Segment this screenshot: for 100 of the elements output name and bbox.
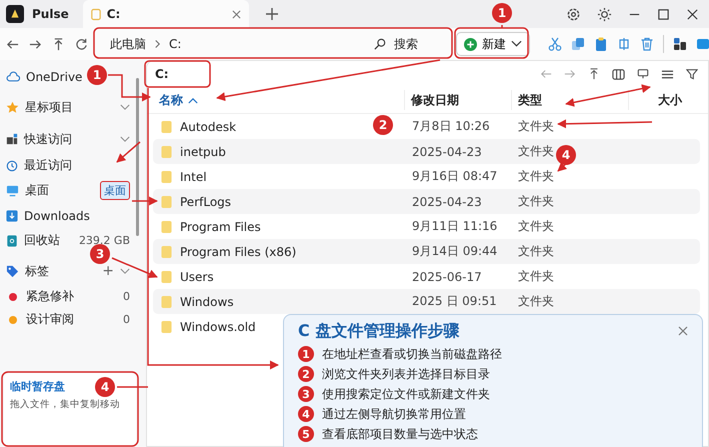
step-number: 3 [298,386,314,402]
modified-date: 2025-06-17 [412,270,482,284]
folder-icon [161,320,172,334]
file-type: 文件夹 [518,244,554,258]
tray-title: 临时暂存盘 [10,379,65,394]
file-name: Users [180,270,214,284]
sidebar-item[interactable]: Downloads [24,208,90,222]
filter-icon[interactable] [686,68,698,80]
breadcrumb-item[interactable]: C: [169,37,182,51]
modified-date: 9月16日 08:47 [412,169,498,183]
file-name: Autodesk [180,120,236,134]
columns-icon[interactable] [612,68,625,80]
step-text: 浏览文件夹列表并选择目标目录 [322,366,490,382]
breadcrumb-item[interactable]: 此电脑 [110,36,146,52]
app-name: Pulse [32,7,69,21]
sun-icon[interactable] [597,6,612,22]
chevron-icon[interactable] [120,268,130,274]
step-number: 4 [298,406,314,422]
refresh-icon[interactable] [75,38,88,50]
cut-icon[interactable] [548,37,562,51]
sidebar-item[interactable]: 星标项目 [25,98,73,116]
tag-count: 0 [123,313,130,326]
callout-badge: 3 [90,244,110,264]
file-name: Windows.old [180,320,256,334]
file-name: inetpub [180,144,226,158]
add-tag-button[interactable]: + [102,263,114,279]
add-tab-icon[interactable] [264,7,279,21]
chevron-icon[interactable] [120,136,130,142]
step-number: 2 [298,366,314,382]
plus-icon [464,38,477,50]
sort-chevron-icon [188,96,198,104]
column-header[interactable]: 名称 [147,90,404,110]
sidebar-item[interactable]: 最近访问 [24,157,72,174]
file-name: Intel [180,170,207,184]
delete-icon[interactable] [640,37,654,51]
preview-icon[interactable] [637,68,649,80]
sidebar-item[interactable]: 回收站 [24,232,60,249]
rename-icon[interactable] [617,37,631,51]
file-name: Program Files [180,220,261,234]
guide-title: C 盘文件管理操作步骤 [298,320,460,342]
settings-icon[interactable] [566,6,581,22]
step-number: 1 [298,346,314,362]
file-name: Windows [180,294,234,308]
current-path: C: [155,67,169,81]
sidebar-item[interactable]: 紧急修补 [26,288,74,305]
new-button[interactable]: 新建 [456,32,530,56]
callout-badge: 1 [87,65,107,85]
cloud-icon [6,71,20,82]
modified-date: 7月8日 10:26 [412,119,490,133]
location-badge: 桌面 [100,181,130,200]
sidebar-item[interactable]: OneDrive [26,70,82,84]
sidebar-item[interactable]: 桌面 [25,182,49,199]
column-header[interactable]: 大小 [628,90,708,110]
row-highlight[interactable]: Windows 2025 日 09:51 文件夹 [153,289,700,314]
file-name: PerfLogs [180,194,232,208]
maximize-icon[interactable] [657,8,670,20]
monitor-icon [6,184,19,197]
search-field[interactable]: 搜索 [394,37,434,51]
sidebar-item[interactable]: 快速访问 [24,130,72,148]
modified-date: 9月14日 09:44 [412,244,498,258]
file-type: 文件夹 [518,194,554,208]
search-icon [374,38,386,50]
file-type: 文件夹 [518,294,554,308]
column-header[interactable]: 修改日期 [404,90,511,110]
modified-date: 9月11日 11:16 [412,219,498,233]
scrollbar[interactable] [136,78,139,236]
modified-date: 2025-04-23 [412,194,482,208]
drive-size: 239.2 GB [78,234,130,247]
tag-icon [6,264,19,278]
row-highlight[interactable]: Program Files (x86) 9月14日 09:44 文件夹 [153,239,700,264]
back-icon[interactable] [6,38,19,50]
tab[interactable]: C: [82,0,249,28]
step-text: 在地址栏查看或切换当前磁盘路径 [322,346,502,362]
row-highlight[interactable]: PerfLogs 2025-04-23 文件夹 [153,189,700,214]
step-text: 使用搜索定位文件或新建文件夹 [322,386,490,402]
list-view-icon[interactable] [661,68,674,80]
folder-icon [161,144,172,158]
paste-icon[interactable] [594,37,608,51]
folder-icon [161,120,172,134]
forward-icon[interactable] [29,38,42,50]
clock-icon [6,160,18,172]
sidebar-item[interactable]: 标签 [25,262,49,280]
address-bar[interactable]: 此电脑 C: 搜索 [102,31,442,57]
sidebar-item[interactable]: 设计审阅 [26,311,74,328]
chevron-icon[interactable] [120,104,130,110]
file-type: 文件夹 [518,269,554,283]
apps-icon [6,133,18,145]
close-icon[interactable] [686,8,699,20]
chevron-icon [511,40,522,48]
step-text: 查看底部项目数量与选中状态 [322,426,478,442]
column-header[interactable]: 类型 [511,90,628,110]
panel-icon[interactable] [696,37,709,51]
modified-date: 2025-04-23 [412,144,482,158]
up-icon[interactable] [52,38,65,50]
step-text: 通过左侧导航切换常用位置 [322,406,466,422]
copy-icon[interactable] [571,37,585,51]
apps-icon[interactable] [673,37,687,51]
folder-icon [161,294,172,308]
tray-hint: 拖入文件，集中复制移动 [10,398,120,411]
up-icon[interactable] [588,68,600,80]
